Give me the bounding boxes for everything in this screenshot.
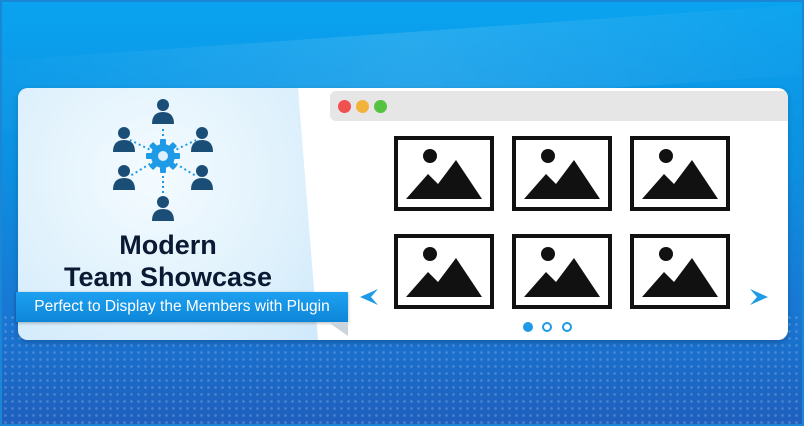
- arrow-left-icon[interactable]: [358, 286, 380, 308]
- pagination-dot-active[interactable]: [523, 322, 533, 332]
- pagination-dot[interactable]: [562, 322, 572, 332]
- member-card[interactable]: [512, 234, 612, 309]
- browser-toolbar: [330, 91, 788, 121]
- tagline-ribbon: Perfect to Display the Members with Plug…: [16, 292, 348, 322]
- pagination-dot[interactable]: [542, 322, 552, 332]
- person-icon: [113, 165, 135, 190]
- image-placeholder-icon: [524, 247, 600, 297]
- team-network-icon: [110, 96, 216, 226]
- member-card[interactable]: [394, 234, 494, 309]
- member-card[interactable]: [630, 136, 730, 211]
- arrow-right-icon[interactable]: [748, 286, 770, 308]
- image-placeholder-icon: [642, 247, 718, 297]
- title-line-1: Modern: [119, 230, 217, 260]
- ribbon-fold: [328, 322, 348, 336]
- person-icon: [113, 127, 135, 152]
- member-card[interactable]: [630, 234, 730, 309]
- member-card[interactable]: [394, 136, 494, 211]
- minimize-window-dot[interactable]: [356, 100, 369, 113]
- image-placeholder-icon: [642, 149, 718, 199]
- close-window-dot[interactable]: [338, 100, 351, 113]
- image-placeholder-icon: [406, 149, 482, 199]
- promo-banner: Modern Team Showcase Perfect to Display …: [0, 0, 804, 426]
- image-placeholder-icon: [406, 247, 482, 297]
- person-icon: [191, 165, 213, 190]
- title-line-2: Team Showcase: [63, 262, 273, 292]
- person-icon: [152, 196, 174, 221]
- maximize-window-dot[interactable]: [374, 100, 387, 113]
- person-icon: [191, 127, 213, 152]
- person-icon: [152, 99, 174, 124]
- member-card[interactable]: [512, 136, 612, 211]
- image-placeholder-icon: [524, 149, 600, 199]
